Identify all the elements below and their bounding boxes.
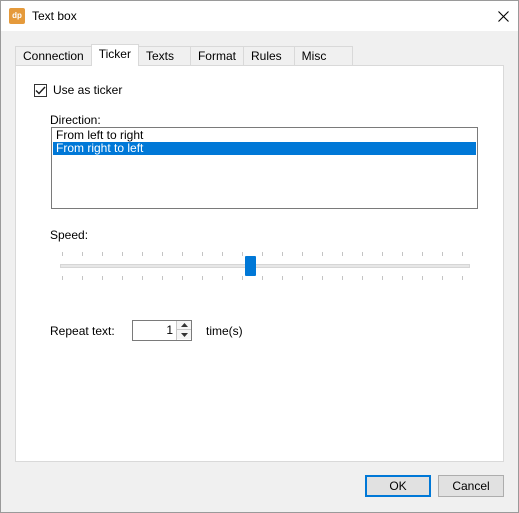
- speed-slider-tick: [242, 252, 243, 256]
- speed-slider-tick: [202, 252, 203, 256]
- cancel-button[interactable]: Cancel: [438, 475, 504, 497]
- speed-slider-tick: [142, 252, 143, 256]
- tab-connection[interactable]: Connection: [15, 46, 92, 66]
- speed-slider-tick: [262, 276, 263, 280]
- speed-slider-tick: [142, 276, 143, 280]
- speed-slider-tick: [122, 252, 123, 256]
- speed-slider-tick: [302, 252, 303, 256]
- app-icon: dp: [9, 8, 25, 24]
- speed-slider-tick: [402, 276, 403, 280]
- speed-slider-tick: [222, 276, 223, 280]
- tab-strip: Connection Ticker Texts Format Rules Mis…: [15, 44, 354, 66]
- speed-slider-tick: [382, 252, 383, 256]
- speed-slider-tick: [182, 276, 183, 280]
- speed-slider-tick: [102, 276, 103, 280]
- speed-slider-tick: [302, 276, 303, 280]
- caret-up-icon: [180, 323, 188, 327]
- repeat-text-label: Repeat text:: [50, 324, 115, 338]
- dialog-window: dp Text box Connection Ticker Texts Form…: [0, 0, 519, 513]
- speed-slider-tick: [242, 276, 243, 280]
- direction-label: Direction:: [50, 113, 101, 127]
- repeat-count-value[interactable]: 1: [133, 321, 175, 340]
- speed-slider-tick: [422, 252, 423, 256]
- speed-slider-tick: [402, 252, 403, 256]
- speed-slider-tick: [362, 252, 363, 256]
- speed-slider-tick: [382, 276, 383, 280]
- speed-slider-tick: [122, 276, 123, 280]
- direction-listbox[interactable]: From left to right From right to left: [51, 127, 478, 209]
- close-icon: [497, 10, 509, 22]
- ticker-panel: Use as ticker Direction: From left to ri…: [15, 65, 504, 462]
- speed-slider-tick: [422, 276, 423, 280]
- speed-slider-tick: [322, 252, 323, 256]
- speed-slider-tick: [62, 252, 63, 256]
- repeat-count-stepper[interactable]: 1: [132, 320, 192, 341]
- speed-slider-tick: [162, 276, 163, 280]
- speed-slider-tick: [262, 252, 263, 256]
- speed-slider-tick: [282, 252, 283, 256]
- use-as-ticker-row[interactable]: Use as ticker: [34, 83, 122, 97]
- checkmark-icon: [35, 86, 46, 95]
- speed-slider-tick: [342, 276, 343, 280]
- speed-slider-tick: [462, 252, 463, 256]
- close-button[interactable]: [488, 1, 518, 31]
- speed-label: Speed:: [50, 228, 89, 242]
- speed-slider-tick: [102, 252, 103, 256]
- stepper-down-button[interactable]: [177, 330, 191, 339]
- caret-down-icon: [180, 332, 188, 337]
- tab-rules[interactable]: Rules: [242, 46, 295, 66]
- tab-format[interactable]: Format: [189, 46, 244, 66]
- speed-slider-thumb[interactable]: [245, 256, 256, 276]
- tab-texts[interactable]: Texts: [137, 46, 191, 66]
- tab-ticker[interactable]: Ticker: [90, 44, 139, 66]
- use-as-ticker-label: Use as ticker: [53, 83, 123, 97]
- title-bar: dp Text box: [1, 1, 518, 31]
- speed-slider-tick: [442, 252, 443, 256]
- speed-slider-tick: [62, 276, 63, 280]
- speed-slider-tick: [162, 252, 163, 256]
- stepper-up-button[interactable]: [177, 321, 191, 330]
- direction-option-right-to-left[interactable]: From right to left: [53, 142, 476, 155]
- use-as-ticker-checkbox[interactable]: [34, 83, 47, 97]
- speed-slider-track[interactable]: [60, 264, 470, 268]
- speed-slider-tick: [442, 276, 443, 280]
- speed-slider-tick: [342, 252, 343, 256]
- speed-slider-tick: [202, 276, 203, 280]
- stepper-buttons: [176, 321, 191, 340]
- tab-misc[interactable]: Misc: [293, 46, 354, 66]
- speed-slider-tick: [322, 276, 323, 280]
- speed-slider-tick: [182, 252, 183, 256]
- speed-slider-tick: [82, 252, 83, 256]
- speed-slider-tick: [462, 276, 463, 280]
- speed-slider-tick: [82, 276, 83, 280]
- speed-slider-tick: [282, 276, 283, 280]
- times-label: time(s): [206, 324, 243, 338]
- speed-slider-tick: [362, 276, 363, 280]
- speed-slider[interactable]: [56, 246, 476, 286]
- ok-button[interactable]: OK: [365, 475, 431, 497]
- speed-slider-tick: [222, 252, 223, 256]
- window-title: Text box: [32, 9, 77, 23]
